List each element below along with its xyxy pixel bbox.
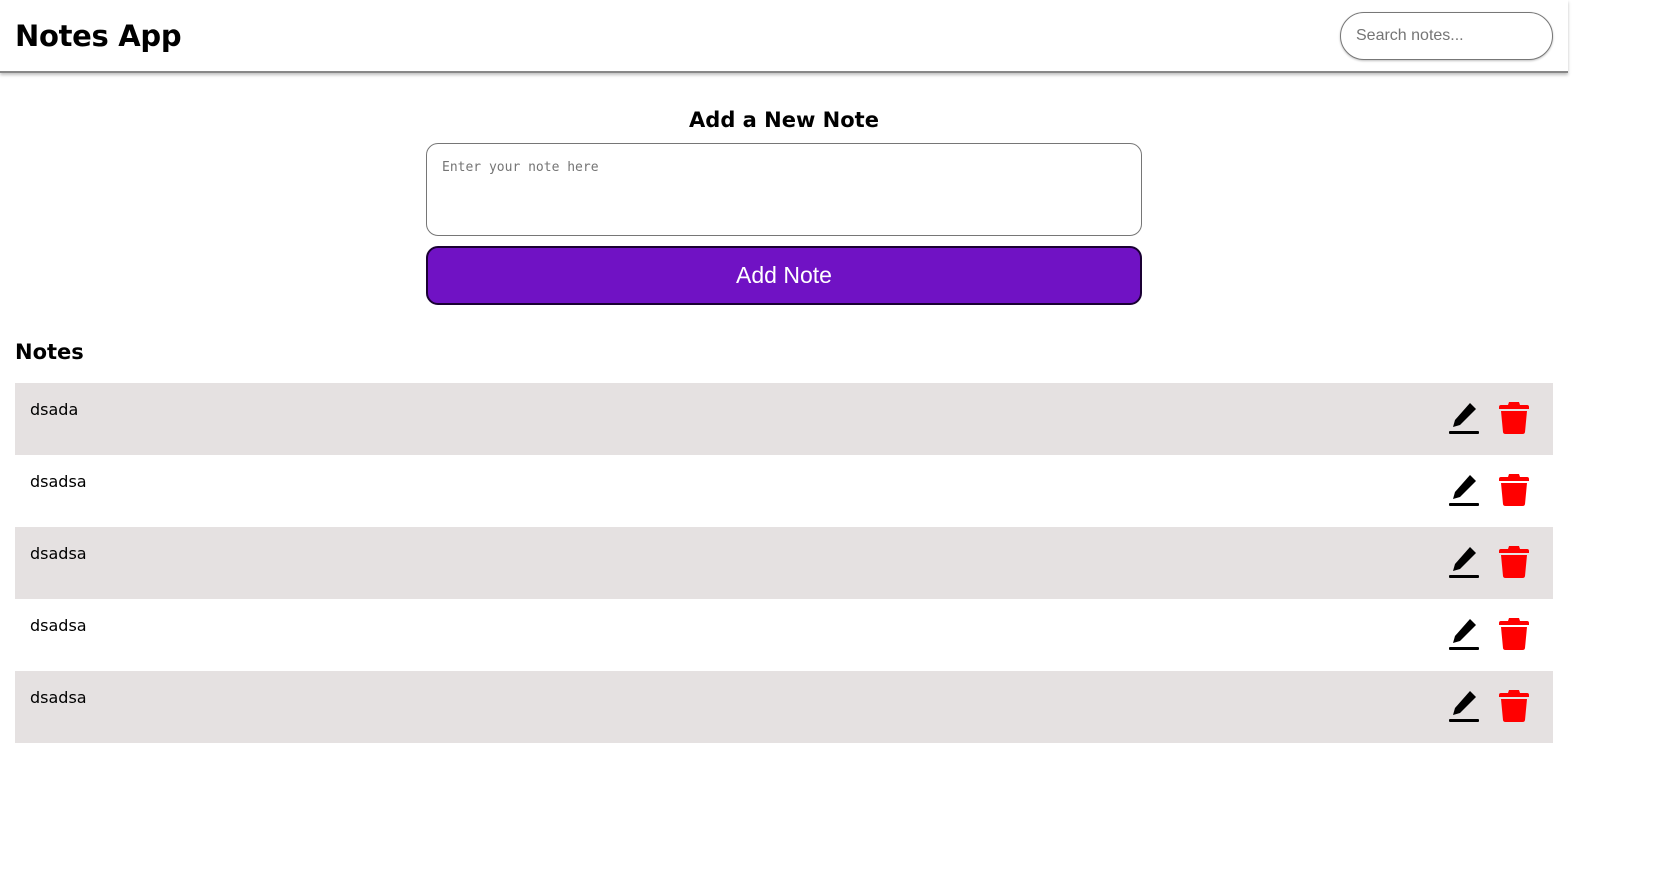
- note-item: dsadsa: [15, 599, 1553, 671]
- note-text: dsada: [30, 400, 79, 419]
- add-note-title: Add a New Note: [689, 108, 879, 132]
- note-text: dsadsa: [30, 544, 87, 563]
- app-title: Notes App: [15, 18, 182, 53]
- trash-icon[interactable]: [1498, 401, 1530, 435]
- search-input[interactable]: [1340, 11, 1553, 60]
- note-actions: [1448, 617, 1530, 651]
- trash-icon[interactable]: [1498, 689, 1530, 723]
- trash-icon[interactable]: [1498, 473, 1530, 507]
- note-actions: [1448, 689, 1530, 723]
- note-actions: [1448, 473, 1530, 507]
- note-item: dsada: [15, 383, 1553, 455]
- note-actions: [1448, 545, 1530, 579]
- add-note-section: Add a New Note Add Note: [426, 107, 1142, 305]
- notes-app: Notes App Add a New Note Add Note Notes …: [0, 0, 1568, 888]
- note-text: dsadsa: [30, 616, 87, 635]
- edit-icon[interactable]: [1448, 545, 1480, 579]
- notes-title: Notes: [15, 340, 84, 364]
- note-text: dsadsa: [30, 688, 87, 707]
- edit-icon[interactable]: [1448, 473, 1480, 507]
- trash-icon[interactable]: [1498, 617, 1530, 651]
- trash-icon[interactable]: [1498, 545, 1530, 579]
- note-item: dsadsa: [15, 527, 1553, 599]
- edit-icon[interactable]: [1448, 689, 1480, 723]
- note-actions: [1448, 401, 1530, 435]
- note-text: dsadsa: [30, 472, 87, 491]
- edit-icon[interactable]: [1448, 617, 1480, 651]
- edit-icon[interactable]: [1448, 401, 1480, 435]
- app-header: Notes App: [0, 0, 1568, 73]
- note-item: dsadsa: [15, 671, 1553, 743]
- note-textarea[interactable]: [426, 143, 1142, 236]
- notes-list: dsada dsadsa dsadsa dsadsa dsadsa: [15, 383, 1553, 743]
- note-item: dsadsa: [15, 455, 1553, 527]
- add-note-button[interactable]: Add Note: [426, 246, 1142, 305]
